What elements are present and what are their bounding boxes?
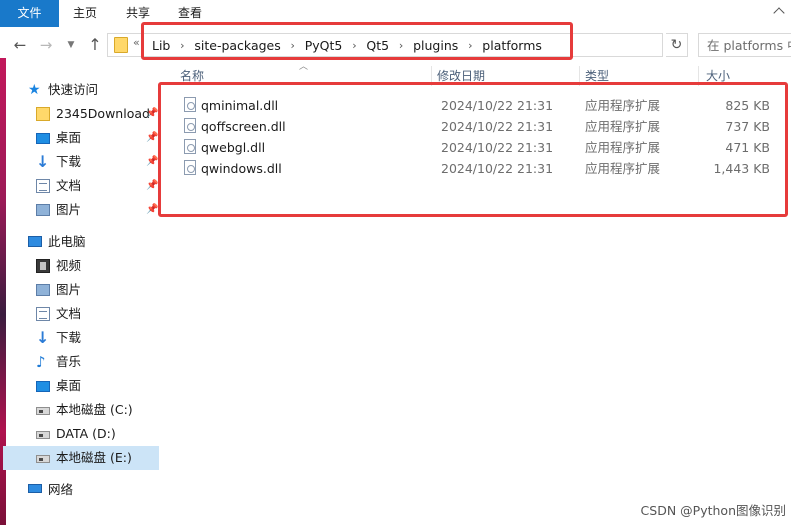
computer-icon <box>28 236 42 247</box>
nav-item-pictures-quick[interactable]: 图片 📌 <box>6 198 160 222</box>
drive-icon <box>36 431 50 439</box>
nav-item-downloads[interactable]: ↓ 下载 <box>6 326 160 350</box>
nav-item-drive-c[interactable]: 本地磁盘 (C:) <box>6 398 160 422</box>
overflow-crumbs[interactable]: « <box>133 36 140 49</box>
download-icon: ↓ <box>36 152 50 171</box>
back-button[interactable]: ← <box>11 35 29 55</box>
nav-item-pictures[interactable]: 图片 <box>6 278 160 302</box>
tab-home[interactable]: 主页 <box>71 0 99 27</box>
video-icon <box>36 259 50 273</box>
nav-item-music[interactable]: ♪ 音乐 <box>6 350 160 374</box>
document-icon <box>36 179 50 193</box>
arrow-right-icon: → <box>39 36 53 54</box>
desktop-icon <box>36 381 50 392</box>
forward-button[interactable]: → <box>37 35 55 55</box>
nav-item-drive-d[interactable]: DATA (D:) <box>6 422 160 446</box>
picture-icon <box>36 284 50 296</box>
expand-ribbon-button[interactable] <box>769 0 791 27</box>
nav-item-2345download[interactable]: 2345Download 📌 <box>6 102 160 126</box>
nav-this-pc[interactable]: 此电脑 <box>6 230 160 254</box>
nav-item-desktop-quick[interactable]: 桌面 📌 <box>6 126 160 150</box>
search-input[interactable] <box>699 34 791 56</box>
nav-item-documents[interactable]: 文档 <box>6 302 160 326</box>
nav-quick-access[interactable]: ★ 快速访问 <box>6 78 160 102</box>
desktop-icon <box>36 133 50 144</box>
picture-icon <box>36 204 50 216</box>
music-icon: ♪ <box>36 353 46 371</box>
nav-item-documents-quick[interactable]: 文档 📌 <box>6 174 160 198</box>
pin-icon: 📌 <box>146 204 159 215</box>
refresh-button[interactable]: ↻ <box>666 33 688 57</box>
pin-icon: 📌 <box>146 132 159 143</box>
download-icon: ↓ <box>36 328 50 347</box>
nav-network[interactable]: 网络 <box>6 478 160 502</box>
pin-icon: 📌 <box>146 108 159 119</box>
network-icon <box>28 484 42 493</box>
drive-icon <box>36 455 50 463</box>
search-box[interactable] <box>698 33 791 57</box>
chevron-up-icon <box>773 7 785 19</box>
pin-icon: 📌 <box>146 180 159 191</box>
chevron-down-icon: ▼ <box>67 40 75 50</box>
refresh-icon: ↻ <box>670 37 683 53</box>
navigation-pane: ★ 快速访问 2345Download 📌 桌面 📌 ↓ 下载 📌 文档 📌 图… <box>3 72 160 525</box>
watermark: CSDN @Python图像识别 <box>640 503 786 518</box>
star-icon: ★ <box>28 82 41 98</box>
arrow-up-icon: ↑ <box>88 35 102 54</box>
address-highlight-box <box>141 22 573 60</box>
document-icon <box>36 307 50 321</box>
nav-item-desktop[interactable]: 桌面 <box>6 374 160 398</box>
file-list-highlight-box <box>158 82 788 217</box>
recent-locations-button[interactable]: ▼ <box>62 35 80 55</box>
up-button[interactable]: ↑ <box>86 35 104 55</box>
pin-icon: 📌 <box>146 156 159 167</box>
drive-icon <box>36 407 50 415</box>
nav-item-videos[interactable]: 视频 <box>6 254 160 278</box>
folder-icon <box>114 37 128 53</box>
nav-item-downloads-quick[interactable]: ↓ 下载 📌 <box>6 150 160 174</box>
arrow-left-icon: ← <box>13 36 27 54</box>
nav-item-drive-e[interactable]: 本地磁盘 (E:) <box>3 446 159 470</box>
tab-file[interactable]: 文件 <box>0 0 59 27</box>
folder-icon <box>36 107 50 121</box>
